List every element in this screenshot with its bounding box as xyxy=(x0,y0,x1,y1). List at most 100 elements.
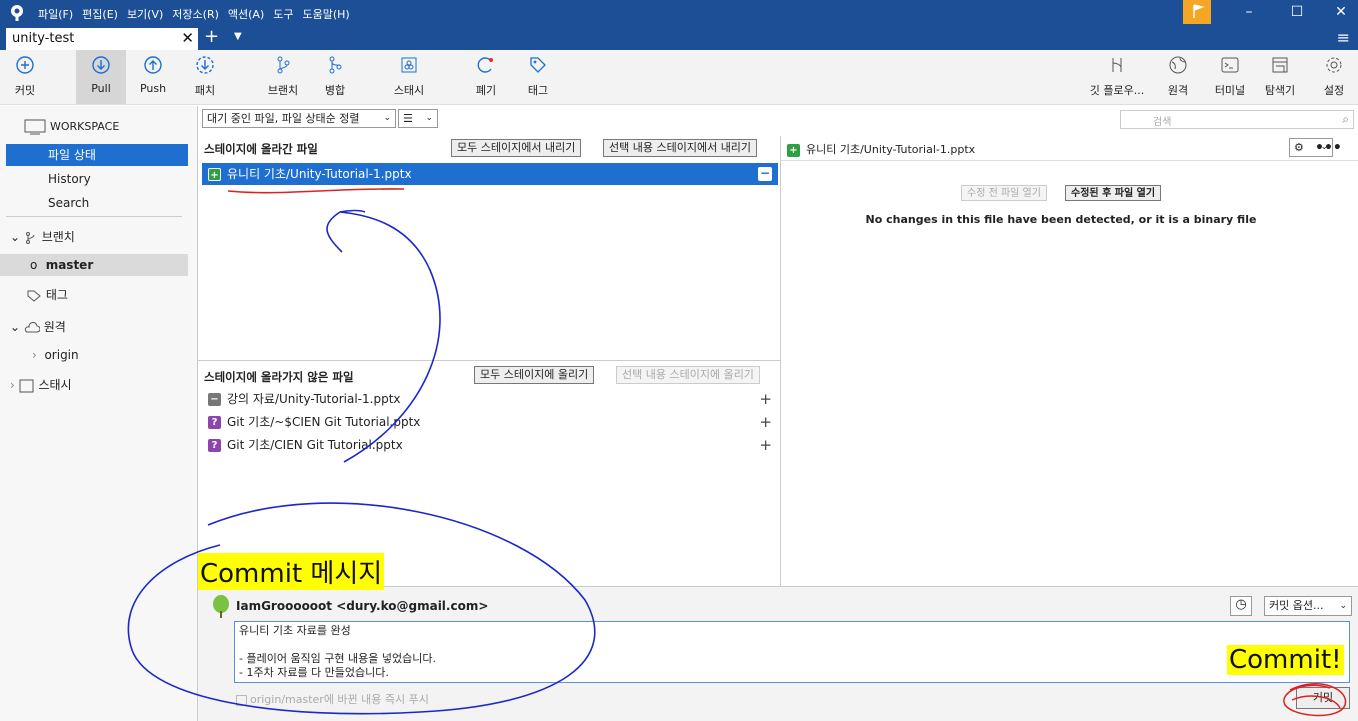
workspace-header: WORKSPACE xyxy=(24,116,212,138)
repo-tab-label: unity-test xyxy=(12,31,75,46)
more-options-icon[interactable]: ••• xyxy=(1315,140,1342,156)
stage-file-plus-icon[interactable]: + xyxy=(759,434,772,456)
push-button[interactable]: Push xyxy=(132,50,174,104)
sidebar-item-history[interactable]: History xyxy=(0,168,188,190)
unknown-file-icon: ? xyxy=(208,439,221,452)
origin-label: origin xyxy=(44,348,79,362)
annotation-commit-message: Commit 메시지 xyxy=(198,553,385,590)
commit-message-input[interactable]: 유니티 기초 자료를 완성 - 플레이어 움직임 구현 내용을 넣었습니다. - 1… xyxy=(234,621,1350,683)
gitflow-icon xyxy=(1112,58,1122,72)
open-after-button[interactable]: 수정된 후 파일 열기 xyxy=(1065,185,1162,201)
commit-options-label: 커밋 옵션... xyxy=(1269,599,1324,612)
commit-area: IamGroooooot <dury.ko@gmail.com> ◷ 커밋 옵션… xyxy=(198,586,1358,721)
commit-options-dropdown[interactable]: 커밋 옵션... ⌄ xyxy=(1264,596,1352,616)
stage-file-plus-icon[interactable]: + xyxy=(759,388,772,410)
sort-dropdown-label: 대기 중인 파일, 파일 상태순 정렬 xyxy=(207,112,360,125)
unstage-all-button[interactable]: 모두 스테이지에서 내리기 xyxy=(451,139,582,157)
unstage-selected-button[interactable]: 선택 내용 스테이지에서 내리기 xyxy=(603,139,758,157)
stash-icon xyxy=(19,379,34,392)
hamburger-menu-icon[interactable]: ≡ xyxy=(1337,28,1350,47)
new-tab-button[interactable]: + xyxy=(204,26,219,47)
menu-actions[interactable]: 액션(A) xyxy=(228,6,264,22)
close-tab-icon[interactable]: ✕ xyxy=(181,29,194,47)
diff-file-name: 유니티 기초/Unity-Tutorial-1.pptx xyxy=(806,143,976,156)
sidebar: WORKSPACE 파일 상태 History Search ⌄ 브랜치 o m… xyxy=(0,106,198,721)
unstaged-file-name: Git 기초/~$CIEN Git Tutorial.pptx xyxy=(227,415,421,429)
current-branch-icon: o xyxy=(30,258,38,272)
unstaged-file-name: Git 기초/CIEN Git Tutorial.pptx xyxy=(227,438,403,452)
fetch-button[interactable]: 패치 xyxy=(186,50,224,104)
stage-selected-button[interactable]: 선택 내용 스테이지에 올리기 xyxy=(616,366,760,384)
pull-button[interactable]: Pull xyxy=(76,50,126,104)
branch-button[interactable]: 브랜치 xyxy=(258,50,308,104)
sidebar-item-master[interactable]: o master xyxy=(0,254,188,276)
minimize-button[interactable]: – xyxy=(1234,4,1264,20)
discard-icon xyxy=(477,57,493,73)
unstaged-file-row[interactable]: ? Git 기초/~$CIEN Git Tutorial.pptx + xyxy=(202,411,778,433)
tag-button[interactable]: 태그 xyxy=(522,50,554,104)
stage-all-button[interactable]: 모두 스테이지에 올리기 xyxy=(474,366,595,384)
annotation-commit: Commit! xyxy=(1227,645,1344,675)
commit-toolbar-button[interactable]: 커밋 xyxy=(4,50,46,104)
diff-header-divider xyxy=(781,160,1358,161)
diff-pane: + 유니티 기초/Unity-Tutorial-1.pptx ⚙ ⌄ ••• 수정 … xyxy=(780,136,1358,586)
menu-help[interactable]: 도움말(H) xyxy=(303,6,350,22)
arrow-up-circle-icon xyxy=(144,56,162,74)
plus-circle-icon xyxy=(16,56,34,74)
stash-button[interactable]: 스태시 xyxy=(388,50,430,104)
chevron-down-icon: ⌄ xyxy=(10,320,21,334)
menu-tools[interactable]: 도구 xyxy=(273,6,293,22)
view-dropdown[interactable]: ☰ ⌄ xyxy=(398,109,438,128)
sidebar-item-file-status[interactable]: 파일 상태 xyxy=(6,144,188,166)
unstaged-header: 스테이지에 올라가지 않은 파일 xyxy=(204,370,354,384)
close-window-button[interactable]: ✕ xyxy=(1326,4,1356,20)
gitflow-button[interactable]: 깃 플로우... xyxy=(1086,50,1148,104)
search-icon[interactable]: ⌕ xyxy=(1342,112,1349,127)
tab-dropdown-icon[interactable]: ▼ xyxy=(234,31,242,42)
sidebar-branches-header[interactable]: ⌄ 브랜치 xyxy=(0,226,188,248)
discard-button[interactable]: 폐기 xyxy=(468,50,504,104)
menu-repository[interactable]: 저장소(R) xyxy=(172,6,219,22)
sourcetree-logo-icon xyxy=(11,5,23,21)
push-immediately-checkbox[interactable]: origin/master에 바뀐 내용 즉시 푸시 xyxy=(236,691,429,707)
search-label: Search xyxy=(48,196,90,210)
open-before-button[interactable]: 수정 전 파일 열기 xyxy=(961,185,1047,201)
flag-button[interactable] xyxy=(1183,0,1211,24)
explorer-button[interactable]: 탐색기 xyxy=(1258,50,1302,104)
settings-button[interactable]: 설정 xyxy=(1314,50,1354,104)
tab-bar: unity-test ✕ + ▼ ≡ xyxy=(0,26,1358,50)
staged-header: 스테이지에 올라간 파일 xyxy=(204,142,318,156)
staged-file-row[interactable]: + 유니티 기초/Unity-Tutorial-1.pptx − xyxy=(202,163,778,185)
search-input[interactable]: 검색 ⌕ xyxy=(1120,110,1354,129)
menu-view[interactable]: 보기(V) xyxy=(127,6,163,22)
maximize-button[interactable]: ☐ xyxy=(1282,4,1312,20)
menu-file[interactable]: 파일(F) xyxy=(38,6,73,22)
sort-dropdown[interactable]: 대기 중인 파일, 파일 상태순 정렬 ⌄ xyxy=(202,109,396,128)
stage-file-plus-icon[interactable]: + xyxy=(759,411,772,433)
sidebar-item-search[interactable]: Search xyxy=(0,192,188,214)
unstaged-file-row[interactable]: − 강의 자료/Unity-Tutorial-1.pptx + xyxy=(202,388,778,410)
sidebar-tags-header[interactable]: 태그 xyxy=(0,284,188,306)
branches-label: 브랜치 xyxy=(41,230,75,244)
menu-edit[interactable]: 편집(E) xyxy=(82,6,118,22)
commit-author: IamGroooooot <dury.ko@gmail.com> xyxy=(236,599,489,613)
unstaged-file-row[interactable]: ? Git 기초/CIEN Git Tutorial.pptx + xyxy=(202,434,778,456)
sidebar-stashes-header[interactable]: › 스태시 xyxy=(0,374,188,396)
history-clock-icon[interactable]: ◷ xyxy=(1230,596,1252,616)
merge-icon xyxy=(329,56,342,74)
unstaged-file-name: 강의 자료/Unity-Tutorial-1.pptx xyxy=(227,392,401,406)
terminal-button[interactable]: 터미널 xyxy=(1208,50,1252,104)
merge-button[interactable]: 병합 xyxy=(316,50,354,104)
master-label: master xyxy=(45,258,94,272)
branch-icon xyxy=(277,56,290,74)
stashes-label: 스태시 xyxy=(38,378,72,392)
unstage-file-icon[interactable]: − xyxy=(758,167,772,181)
sidebar-remotes-header[interactable]: ⌄ 원격 xyxy=(0,316,188,338)
merge-label: 병합 xyxy=(324,84,346,97)
repo-tab[interactable]: unity-test ✕ xyxy=(6,28,198,50)
removed-file-icon: − xyxy=(208,393,221,406)
remote-button[interactable]: 원격 xyxy=(1160,50,1196,104)
commit-button[interactable]: 커밋 xyxy=(1296,687,1350,709)
sidebar-item-origin[interactable]: › origin xyxy=(0,344,188,366)
push-option-label: origin/master에 바뀐 내용 즉시 푸시 xyxy=(250,693,429,706)
